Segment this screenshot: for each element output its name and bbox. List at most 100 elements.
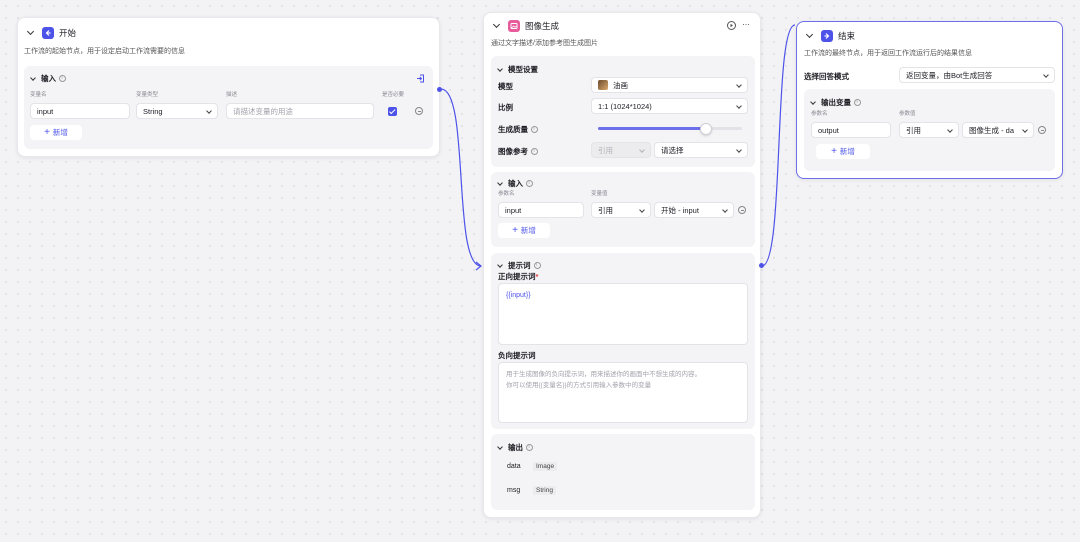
start-node[interactable]: 开始 工作流的起始节点，用于设定启动工作流需要的信息 输入 变量名 变量类型 描… xyxy=(17,17,440,157)
add-variable-button[interactable]: + 新增 xyxy=(30,125,82,140)
info-icon[interactable] xyxy=(59,75,66,82)
prompt-title[interactable]: 提示词 xyxy=(496,260,541,271)
param-name-input[interactable]: input xyxy=(498,202,584,218)
info-icon[interactable] xyxy=(533,262,541,269)
variable-type-select[interactable]: String xyxy=(136,103,218,119)
end-node-desc: 工作流的最终节点，用于返回工作流运行后的结果信息 xyxy=(804,50,972,57)
start-output-port[interactable] xyxy=(437,87,442,92)
negative-prompt-label: 负向提示词 xyxy=(498,351,536,360)
quality-slider-thumb[interactable] xyxy=(700,122,712,135)
remove-row-icon[interactable] xyxy=(1038,126,1046,134)
output-type-select[interactable]: 引用 xyxy=(899,122,959,138)
ratio-select[interactable]: 1:1 (1024*1024) xyxy=(591,98,748,114)
ratio-label: 比例 xyxy=(498,103,513,112)
answer-mode-label: 选择回答模式 xyxy=(804,72,849,81)
image-gen-node[interactable]: 图像生成 ··· 通过文字描述/添加参考图生成图片 模型设置 模型 油画 比例 … xyxy=(483,12,761,518)
chevron-down-icon xyxy=(722,207,728,213)
collapse-chevron-icon[interactable] xyxy=(29,74,39,84)
output-name-input[interactable]: output xyxy=(811,122,891,138)
positive-prompt-label: 正向提示词* xyxy=(498,272,539,281)
collapse-chevron-icon[interactable] xyxy=(496,261,506,271)
info-icon[interactable] xyxy=(531,148,538,155)
plus-icon: + xyxy=(44,126,50,138)
end-output-panel: 输出变量 参数名 参数值 output 引用 图像生成 - da + 新增 xyxy=(804,89,1055,171)
quality-slider-fill xyxy=(598,127,706,130)
add-param-button[interactable]: + 新增 xyxy=(498,223,550,238)
param-type-select[interactable]: 引用 xyxy=(591,202,651,218)
model-settings-panel: 模型设置 模型 油画 比例 1:1 (1024*1024) 生成质量 图像参考 … xyxy=(491,56,755,167)
output-type-badge: String xyxy=(533,486,556,495)
image-gen-output-port[interactable] xyxy=(759,263,764,268)
answer-mode-select[interactable]: 返回变量，由Bot生成回答 xyxy=(899,67,1055,83)
image-output-panel: 输出 data Image msg String xyxy=(491,434,755,510)
collapse-chevron-icon[interactable] xyxy=(496,179,506,189)
image-input-panel: 输入 参数名 变量值 input 引用 开始 - input + 新增 xyxy=(491,172,755,247)
required-checkbox[interactable] xyxy=(388,107,397,116)
start-node-icon xyxy=(42,27,54,39)
start-node-desc: 工作流的起始节点，用于设定启动工作流需要的信息 xyxy=(24,48,185,55)
info-icon[interactable] xyxy=(531,126,538,133)
remove-row-icon[interactable] xyxy=(415,107,423,115)
collapse-chevron-icon[interactable] xyxy=(496,65,506,75)
model-avatar xyxy=(598,80,608,90)
negative-prompt-textarea[interactable]: 用于生成图像的负向提示词，用来描述你的画面中不想生成的内容。 你可以使用{{变量… xyxy=(498,362,748,423)
chevron-down-icon xyxy=(1043,72,1049,78)
more-options-icon[interactable]: ··· xyxy=(742,19,750,29)
model-settings-title[interactable]: 模型设置 xyxy=(496,64,538,75)
end-node[interactable]: 结束 工作流的最终节点，用于返回工作流运行后的结果信息 选择回答模式 返回变量，… xyxy=(796,21,1063,179)
col-header-value: 参数值 xyxy=(899,111,916,117)
quality-slider[interactable] xyxy=(598,122,742,135)
image-output-title[interactable]: 输出 xyxy=(496,442,533,453)
add-output-button[interactable]: + 新增 xyxy=(816,144,870,159)
chevron-down-icon xyxy=(206,108,212,114)
model-label: 模型 xyxy=(498,82,513,91)
end-node-title: 结束 xyxy=(838,31,856,41)
positive-prompt-textarea[interactable]: {{input}} xyxy=(498,283,748,345)
required-asterisk: * xyxy=(535,272,539,281)
collapse-chevron-icon[interactable] xyxy=(809,98,819,108)
output-value-select[interactable]: 图像生成 - da xyxy=(962,122,1034,138)
remove-row-icon[interactable] xyxy=(738,206,746,214)
col-header-name: 参数名 xyxy=(498,191,515,197)
arrow-image-in xyxy=(475,261,482,271)
start-node-title: 开始 xyxy=(59,28,77,38)
image-gen-title: 图像生成 xyxy=(525,21,560,31)
quality-label: 生成质量 xyxy=(498,124,538,135)
variable-desc-input[interactable]: 请描述变量的用途 xyxy=(226,103,374,119)
param-value-select[interactable]: 开始 - input xyxy=(654,202,734,218)
plus-icon: + xyxy=(831,145,837,157)
collapse-chevron-icon[interactable] xyxy=(26,28,36,38)
image-ref-label: 图像参考 xyxy=(498,146,538,157)
chevron-down-icon xyxy=(736,147,742,153)
image-gen-icon xyxy=(508,20,520,32)
chevron-down-icon xyxy=(736,103,742,109)
info-icon[interactable] xyxy=(526,180,533,187)
col-header-name: 参数名 xyxy=(811,111,828,117)
image-gen-desc: 通过文字描述/添加参考图生成图片 xyxy=(491,40,598,47)
import-icon[interactable] xyxy=(416,74,425,83)
prompt-panel: 提示词 正向提示词* {{input}} 负向提示词 用于生成图像的负向提示词，… xyxy=(491,253,755,429)
info-icon[interactable] xyxy=(526,444,533,451)
col-header-name: 变量名 xyxy=(30,92,47,98)
output-name: data xyxy=(507,463,521,470)
image-input-title[interactable]: 输入 xyxy=(496,178,533,189)
collapse-chevron-icon[interactable] xyxy=(492,21,502,31)
variable-name-input[interactable]: input xyxy=(30,103,130,119)
col-header-required: 是否必要 xyxy=(382,92,405,98)
output-type-badge: Image xyxy=(533,462,558,471)
collapse-chevron-icon[interactable] xyxy=(805,31,815,41)
model-select[interactable]: 油画 xyxy=(591,77,748,93)
start-input-panel: 输入 变量名 变量类型 描述 是否必要 input String 请描述变量的用… xyxy=(24,66,433,149)
edge-image-to-end xyxy=(761,24,796,267)
plus-icon: + xyxy=(512,224,518,236)
collapse-chevron-icon[interactable] xyxy=(496,443,506,453)
chevron-down-icon xyxy=(947,127,953,133)
image-ref-value-select[interactable]: 请选择 xyxy=(654,142,748,158)
end-output-title[interactable]: 输出变量 xyxy=(809,97,861,108)
chevron-down-icon xyxy=(639,207,645,213)
end-node-icon xyxy=(821,30,833,42)
info-icon[interactable] xyxy=(854,99,861,106)
run-node-icon[interactable] xyxy=(727,21,736,30)
col-header-type: 变量类型 xyxy=(136,92,159,98)
start-input-title[interactable]: 输入 xyxy=(29,73,66,84)
